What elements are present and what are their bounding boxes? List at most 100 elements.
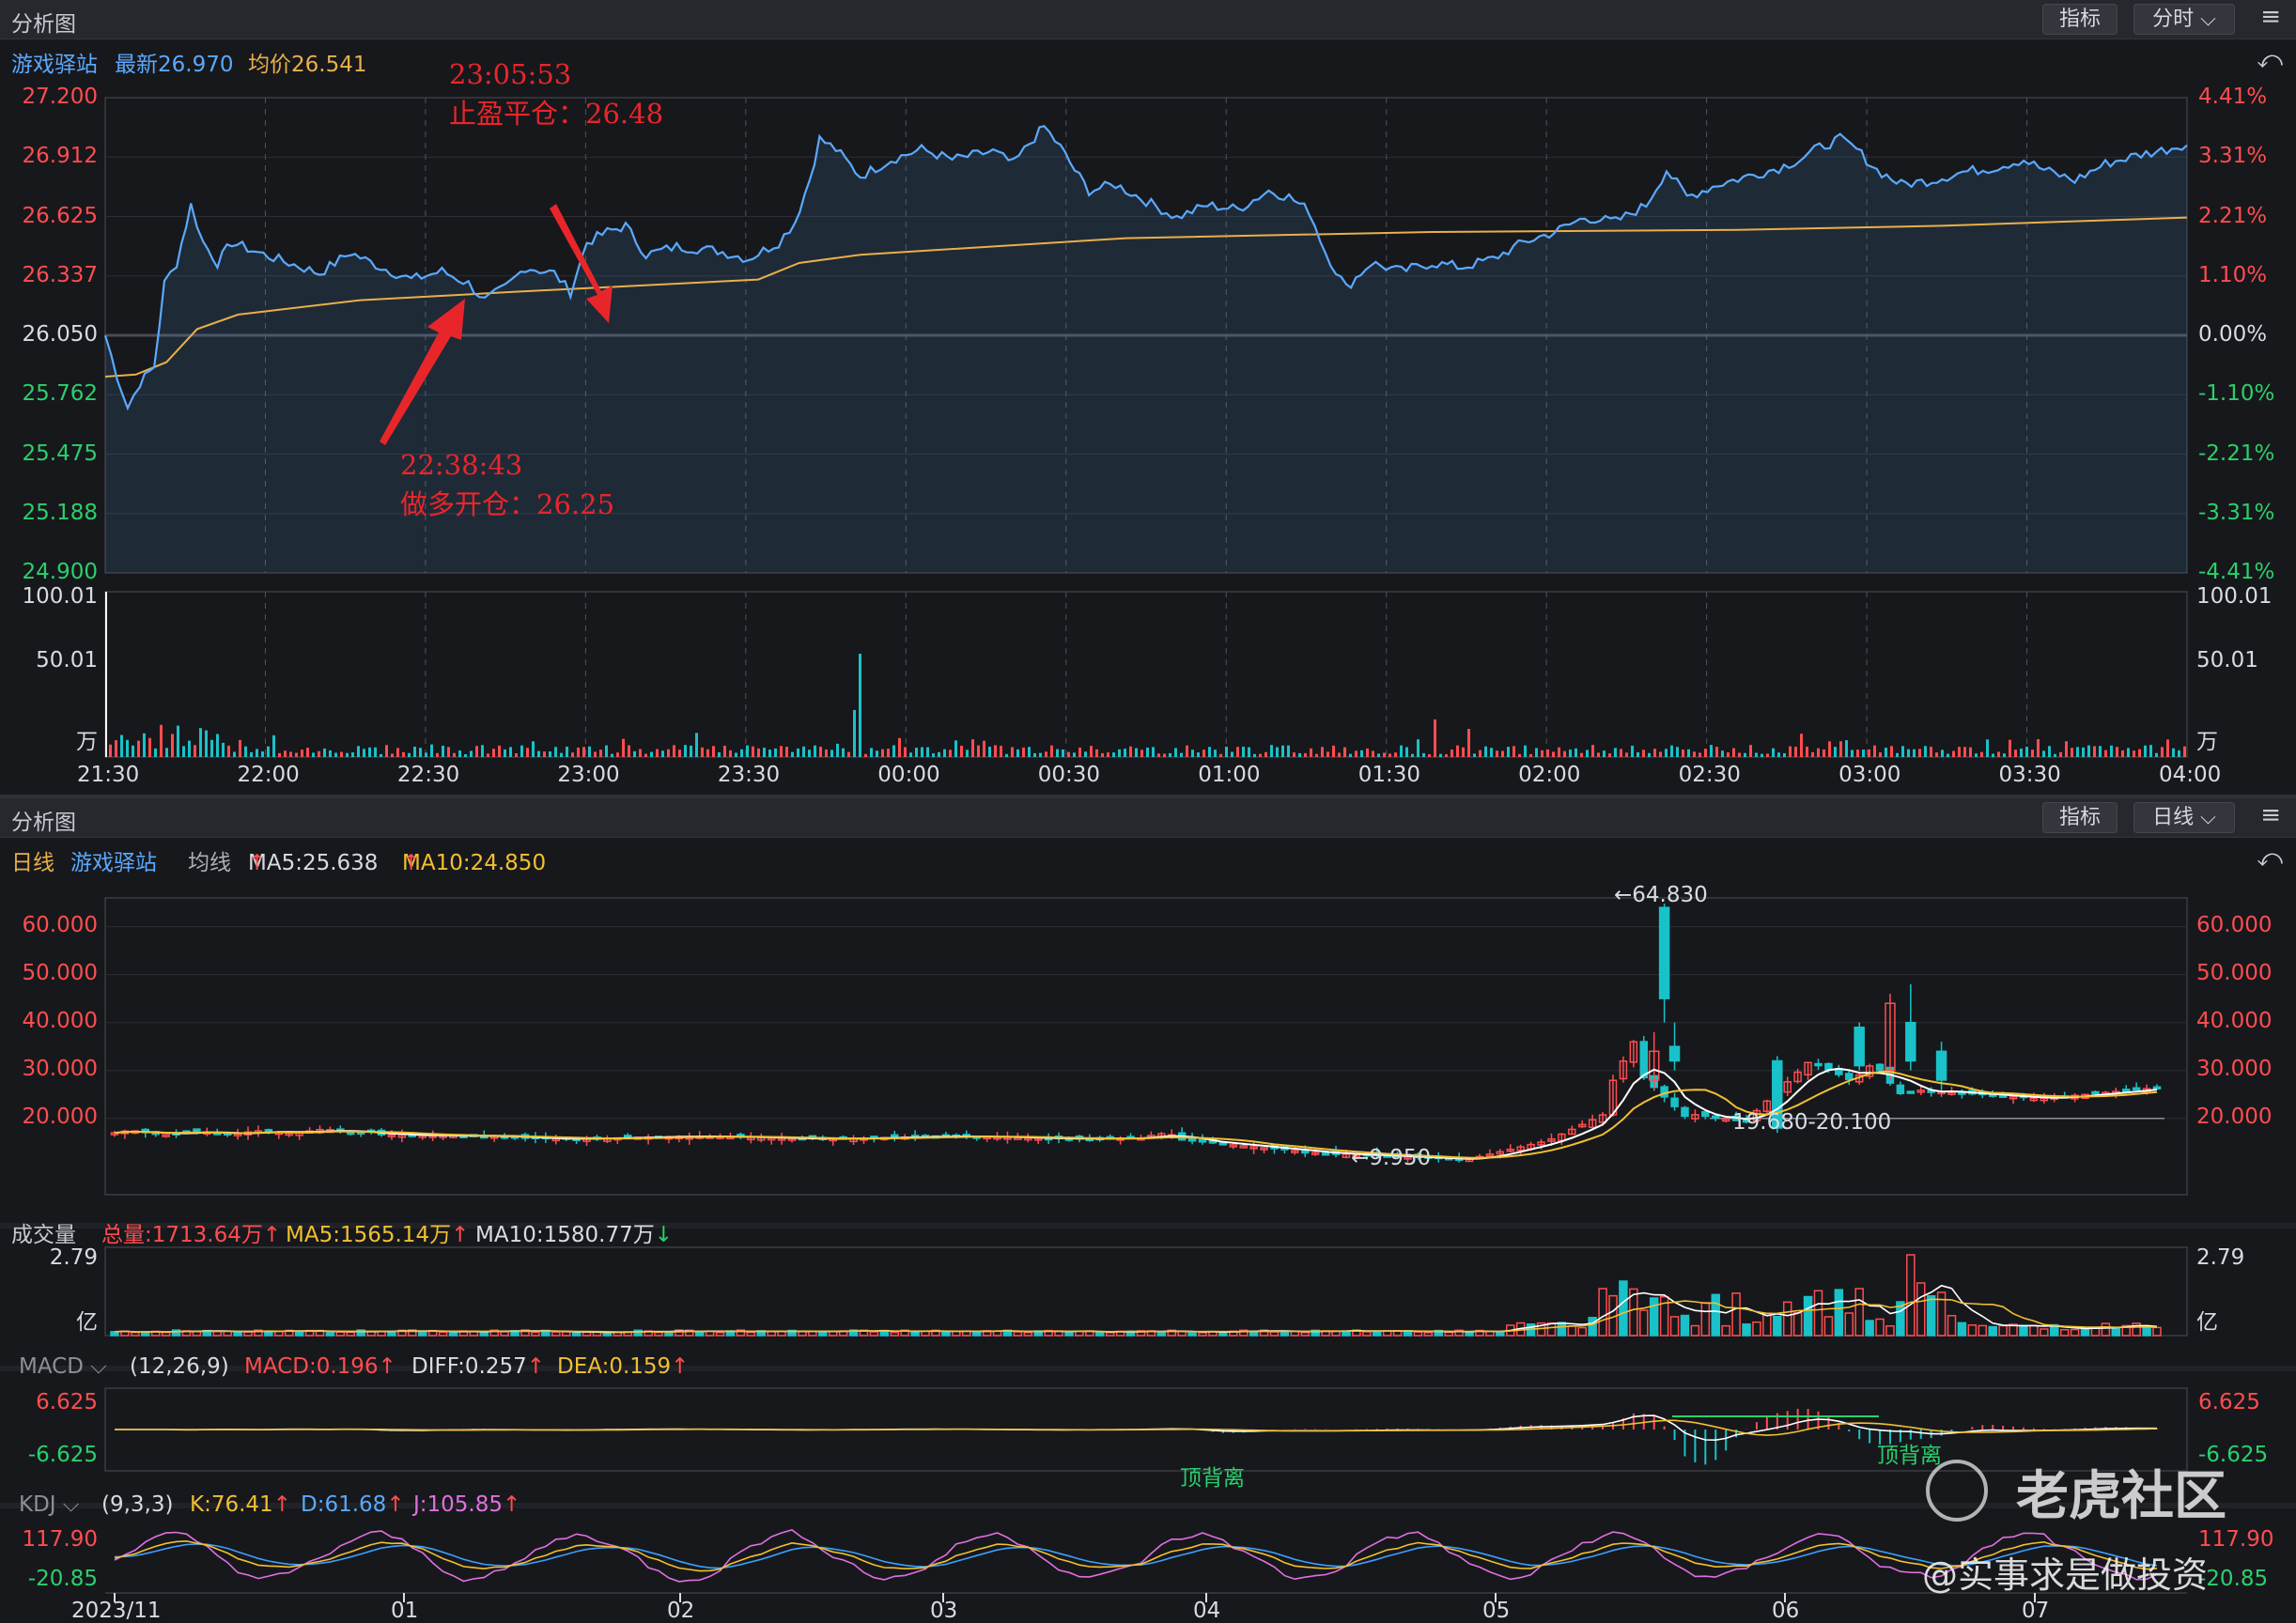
volume-bar [859, 654, 861, 757]
volume-bar [1868, 749, 1870, 757]
volume-bar [1998, 1324, 2008, 1337]
volume-panel-frame [104, 1246, 2188, 1337]
stock-name: 游戏驿站 [11, 53, 98, 77]
top-indicator-button[interactable]: 指标 [2042, 4, 2118, 35]
volume-bar [1557, 1322, 1567, 1337]
volume-bar [1413, 1331, 1423, 1337]
volume-bar [1362, 1331, 1372, 1337]
volume-bar [1129, 746, 1132, 757]
macd-title[interactable]: MACD ⌵ [19, 1354, 107, 1379]
volume-bar [243, 1331, 253, 1337]
bottom-period-dropdown[interactable]: 日线 ⌵ [2133, 802, 2235, 833]
volume-bar [1005, 753, 1008, 757]
bottom-period-label: 日线 [2152, 806, 2195, 829]
undo-icon[interactable]: ⤺ [2257, 844, 2283, 873]
volume-panel-frame [104, 591, 2188, 758]
candle-body [1321, 1152, 1330, 1156]
volume-bar [464, 753, 467, 757]
bottom-indicator-button[interactable]: 指标 [2042, 802, 2118, 833]
volume-bar [2003, 753, 2006, 757]
time-tick-label: 23:30 [717, 763, 781, 787]
intraday-chart[interactable] [0, 77, 2296, 795]
volume-bar [1669, 1316, 1680, 1337]
volume-bar [910, 1331, 920, 1337]
volume-bar [177, 725, 179, 757]
volume-bar [797, 748, 799, 757]
volume-bar [1023, 1332, 1033, 1337]
time-tick-label: 02:30 [1678, 763, 1741, 787]
k-value: K:76.41↑ [190, 1492, 291, 1517]
volume-bar [2020, 749, 2023, 757]
volume-bar [1377, 753, 1380, 757]
exit-text-label: 止盈平仓：26.48 [449, 98, 664, 130]
volume-bar [1479, 750, 1482, 757]
volume-bar [1680, 1314, 1690, 1337]
chevron-down-icon: ⌵ [90, 1354, 107, 1379]
volume-bar [1603, 750, 1606, 757]
price-tick-label: 24.900 [22, 560, 98, 584]
price-tick-label: 50.000 [2196, 960, 2273, 985]
volume-bar [233, 751, 236, 757]
volume-bar [1197, 752, 1200, 757]
time-tick-label: 00:30 [1037, 763, 1101, 787]
percent-tick-label: 1.10% [2198, 262, 2268, 287]
volume-bar [1792, 1311, 1803, 1337]
volume-bar [1287, 745, 1290, 757]
volume-bar [932, 753, 935, 757]
undo-icon[interactable]: ⤺ [2257, 46, 2283, 75]
volume-bar [475, 746, 478, 757]
volume-bar [1011, 747, 1014, 757]
volume-bar [1952, 750, 1955, 757]
volume-bar [864, 753, 867, 757]
volume-bar [216, 734, 219, 757]
volume-bar [1649, 1297, 1659, 1337]
volume-bar [1693, 751, 1696, 757]
volume-bar [1699, 752, 1701, 757]
volume-bar [664, 1331, 674, 1337]
volume-bar [551, 1331, 561, 1337]
volume-bar [222, 742, 225, 757]
volume-bar [1845, 740, 1848, 757]
volume-bar [442, 745, 444, 757]
kdj-title[interactable]: KDJ ⌵ [19, 1492, 79, 1517]
volume-bar [1577, 1326, 1587, 1337]
volume-bar [481, 745, 484, 757]
hamburger-icon[interactable]: ≡ [2260, 801, 2281, 829]
volume-bar [954, 740, 957, 757]
hamburger-icon[interactable]: ≡ [2260, 3, 2281, 31]
volume-bar [182, 746, 185, 757]
volume-bar [1535, 748, 1538, 757]
volume-bar [1913, 749, 1916, 757]
volume-bar [419, 748, 422, 757]
volume-bar [1248, 747, 1250, 757]
percent-tick-label: 4.41% [2198, 85, 2268, 109]
top-period-dropdown[interactable]: 分时 ⌵ [2133, 4, 2235, 35]
volume-bar [602, 1332, 613, 1337]
volume-bar [1731, 1292, 1741, 1337]
volume-bar [295, 752, 298, 757]
kdj-tick-label: -20.85 [2198, 1567, 2269, 1591]
volume-bar [842, 748, 845, 757]
volume-bar [1422, 752, 1425, 757]
date-tick-label: 05 [1482, 1599, 1511, 1623]
volume-bar [554, 747, 557, 757]
volume-bar [1782, 1301, 1792, 1337]
high-annotation: ←64.830 [1614, 883, 1708, 907]
dea-value: DEA:0.159↑ [557, 1354, 690, 1379]
volume-bar [160, 724, 163, 757]
date-tick-label: 02 [667, 1599, 695, 1623]
j-value: J:105.85↑ [413, 1492, 521, 1517]
volume-bar [1355, 750, 1357, 757]
volume-bar [1293, 752, 1295, 757]
volume-bar [549, 751, 551, 757]
volume-bar [561, 1331, 571, 1337]
diff-line [115, 1414, 2157, 1442]
volume-bar [633, 750, 636, 757]
volume-bar [1773, 1315, 1782, 1337]
watermark-user: @实事求是做投资 [1922, 1554, 2209, 1596]
volume-bar [1665, 749, 1668, 757]
volume-bar [498, 745, 501, 757]
volume-bar [1465, 1331, 1474, 1337]
price-tick-label: 25.762 [22, 381, 98, 407]
volume-bar [363, 749, 365, 757]
